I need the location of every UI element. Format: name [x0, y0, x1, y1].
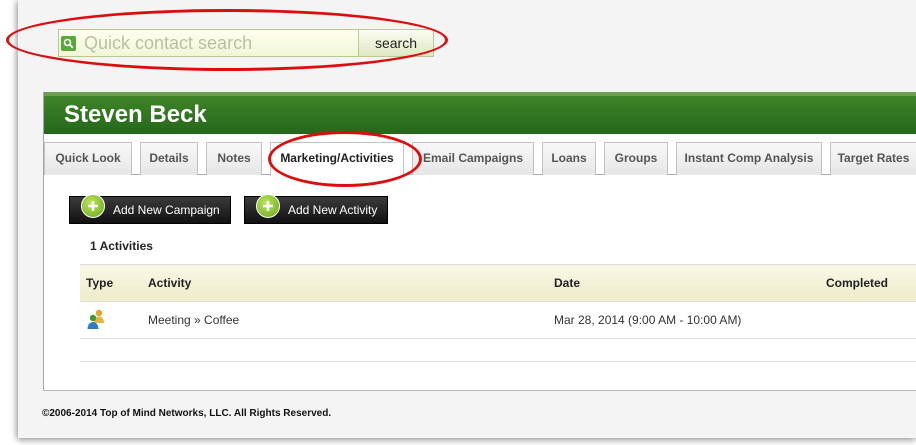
tab-quick-look[interactable]: Quick Look — [44, 142, 132, 175]
column-header-date[interactable]: Date — [554, 276, 580, 290]
column-header-completed[interactable]: Completed — [826, 276, 888, 290]
column-header-activity[interactable]: Activity — [148, 276, 191, 290]
search-input[interactable] — [84, 32, 344, 54]
tab-details[interactable]: Details — [140, 142, 198, 175]
activities-table: Type Activity Date Completed Meeting » C… — [80, 264, 916, 362]
table-header: Type Activity Date Completed — [80, 264, 916, 301]
activity-name[interactable]: Meeting » Coffee — [148, 313, 239, 327]
add-new-campaign-button[interactable]: Add New Campaign — [69, 194, 231, 224]
plus-icon — [256, 194, 280, 218]
tab-marketing-activities[interactable]: Marketing/Activities — [270, 142, 404, 176]
contact-panel: Steven Beck Quick Look Details Notes Mar… — [43, 92, 916, 391]
tab-groups[interactable]: Groups — [604, 142, 668, 175]
plus-icon — [81, 194, 105, 218]
contact-name: Steven Beck — [64, 101, 207, 128]
search-button[interactable]: search — [358, 29, 434, 57]
quick-contact-search: search — [58, 29, 434, 57]
tab-loans[interactable]: Loans — [542, 142, 596, 175]
add-new-activity-button[interactable]: Add New Activity — [244, 194, 389, 224]
table-row-empty — [80, 338, 916, 362]
search-field-container — [58, 29, 358, 57]
add-new-activity-label: Add New Activity — [288, 203, 378, 217]
tab-target-rates[interactable]: Target Rates — [830, 142, 916, 175]
meeting-people-icon — [86, 308, 108, 333]
search-icon — [61, 35, 76, 51]
contact-name-header: Steven Beck — [44, 92, 916, 134]
activities-count: 1 Activities — [90, 239, 153, 253]
copyright-footer: ©2006-2014 Top of Mind Networks, LLC. Al… — [42, 408, 332, 419]
tab-email-campaigns[interactable]: Email Campaigns — [412, 142, 534, 175]
add-new-campaign-label: Add New Campaign — [113, 203, 220, 217]
table-row[interactable]: Meeting » Coffee Mar 28, 2014 (9:00 AM -… — [80, 301, 916, 338]
activity-date: Mar 28, 2014 (9:00 AM - 10:00 AM) — [554, 313, 742, 327]
tab-notes[interactable]: Notes — [206, 142, 262, 175]
app-window: search Steven Beck Quick Look Details No… — [18, 0, 916, 438]
tab-bar: Quick Look Details Notes Marketing/Activ… — [44, 142, 916, 176]
column-header-type[interactable]: Type — [86, 276, 113, 290]
tab-instant-comp-analysis[interactable]: Instant Comp Analysis — [676, 142, 822, 175]
